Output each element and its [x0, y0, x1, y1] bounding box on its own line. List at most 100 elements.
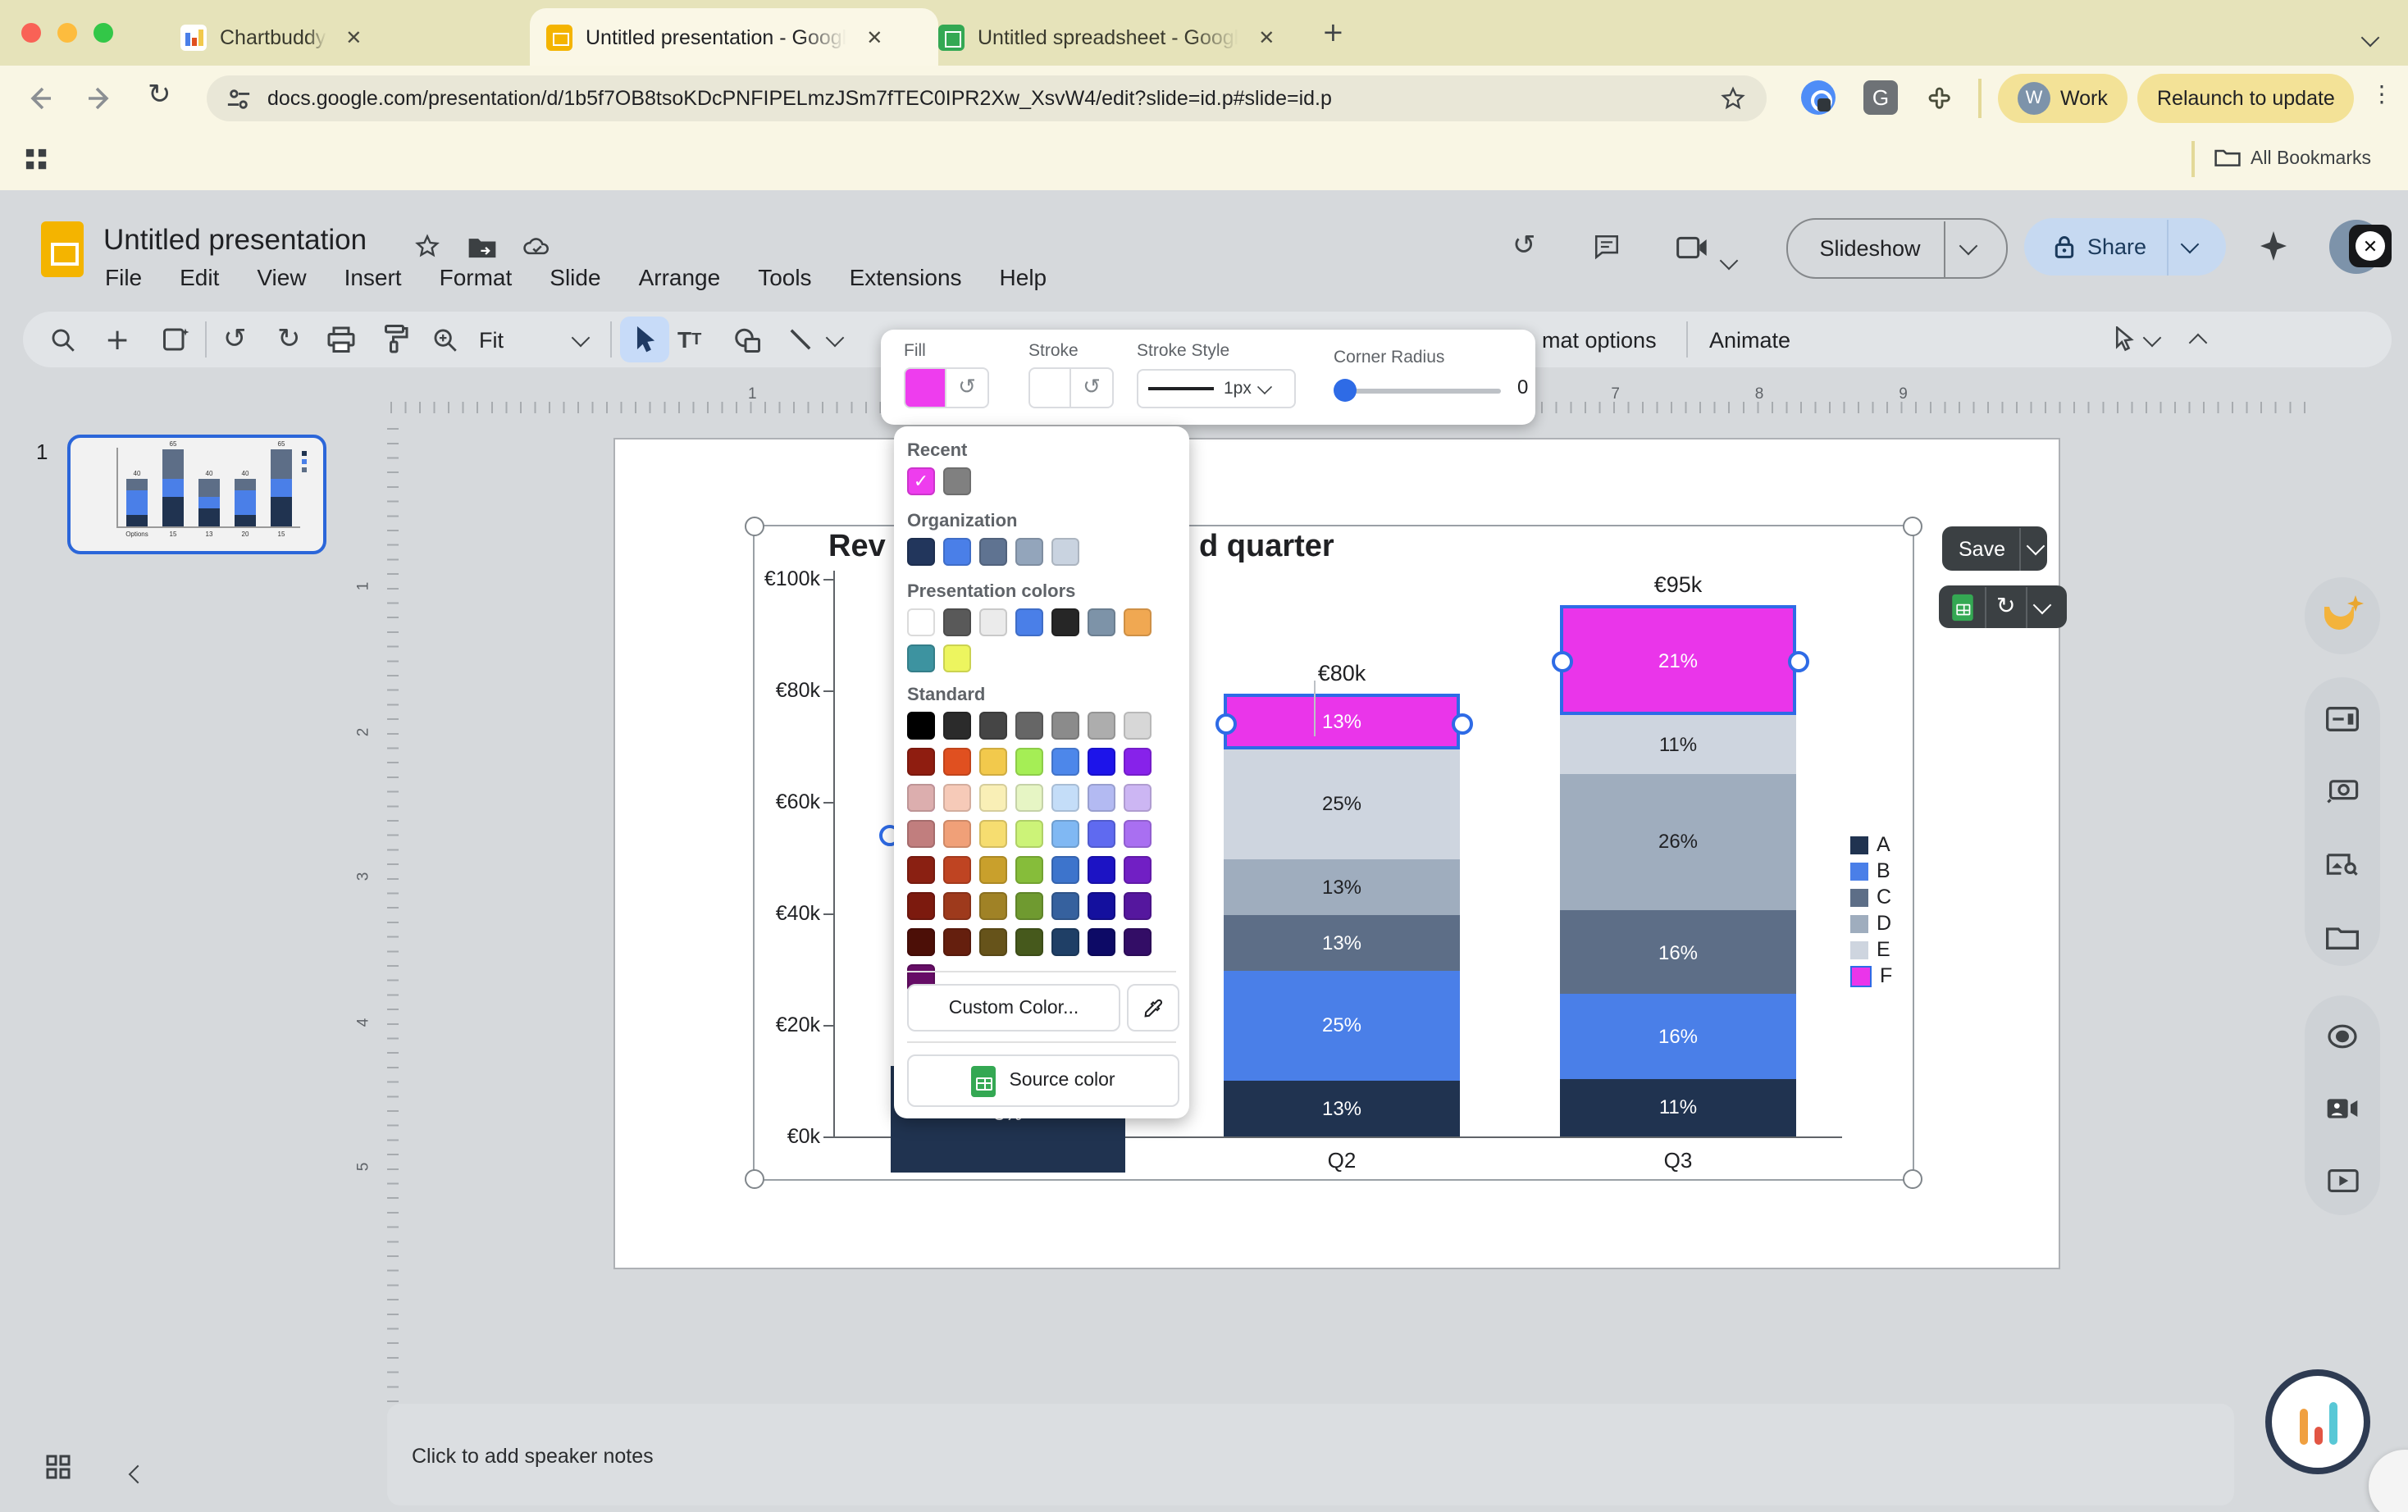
color-swatch[interactable] — [943, 712, 971, 740]
color-swatch[interactable] — [1051, 820, 1079, 848]
color-swatch[interactable] — [1015, 784, 1043, 812]
stroke-style-select[interactable]: 1px — [1137, 369, 1296, 408]
chart-segment-e-q3[interactable]: 11% — [1560, 716, 1796, 774]
color-swatch[interactable] — [1015, 892, 1043, 920]
color-swatch[interactable] — [1124, 820, 1152, 848]
color-swatch[interactable] — [907, 538, 935, 566]
color-swatch[interactable] — [943, 748, 971, 776]
color-swatch[interactable] — [979, 856, 1007, 884]
color-swatch[interactable] — [1124, 784, 1152, 812]
color-swatch[interactable] — [907, 467, 935, 495]
color-swatch[interactable] — [907, 820, 935, 848]
color-swatch[interactable] — [1051, 928, 1079, 956]
color-swatch[interactable] — [979, 538, 1007, 566]
color-swatch[interactable] — [1124, 856, 1152, 884]
color-swatch[interactable] — [1088, 712, 1115, 740]
color-swatch[interactable] — [1124, 928, 1152, 956]
color-swatch[interactable] — [907, 712, 935, 740]
stroke-color-button[interactable] — [1028, 367, 1071, 408]
chart-segment-d-q2[interactable]: 13% — [1224, 858, 1460, 915]
color-swatch[interactable] — [1051, 748, 1079, 776]
color-swatch[interactable] — [907, 856, 935, 884]
color-swatch[interactable] — [1015, 856, 1043, 884]
color-swatch[interactable] — [1051, 856, 1079, 884]
color-swatch[interactable] — [1088, 784, 1115, 812]
color-swatch[interactable] — [979, 928, 1007, 956]
color-swatch[interactable] — [1088, 820, 1115, 848]
color-swatch[interactable] — [907, 928, 935, 956]
eyedropper-button[interactable] — [1127, 984, 1179, 1032]
color-swatch[interactable] — [1015, 712, 1043, 740]
color-swatch[interactable] — [943, 538, 971, 566]
color-swatch[interactable] — [943, 856, 971, 884]
color-swatch[interactable] — [1051, 608, 1079, 636]
color-swatch[interactable] — [979, 608, 1007, 636]
chart-segment-e-q2[interactable]: 25% — [1224, 750, 1460, 858]
segment-resize-handle[interactable] — [1215, 713, 1236, 734]
color-swatch[interactable] — [979, 712, 1007, 740]
source-color-button[interactable]: Source color — [907, 1054, 1179, 1107]
color-swatch[interactable] — [1124, 608, 1152, 636]
color-swatch[interactable] — [1015, 748, 1043, 776]
color-swatch[interactable] — [1015, 928, 1043, 956]
organization-label: Organization — [907, 512, 1017, 531]
chart-segment-d-q3[interactable]: 26% — [1560, 773, 1796, 910]
color-swatch[interactable] — [943, 820, 971, 848]
recording-stop-overlay[interactable]: ✕ — [2349, 225, 2392, 267]
color-swatch[interactable] — [907, 784, 935, 812]
chart-segment-a-q3[interactable]: 11% — [1560, 1078, 1796, 1136]
color-swatch[interactable] — [907, 892, 935, 920]
color-swatch[interactable] — [943, 928, 971, 956]
segment-resize-handle[interactable] — [1451, 713, 1472, 734]
chart-segment-f-q3[interactable]: 21% — [1560, 605, 1796, 716]
color-swatch[interactable] — [1051, 538, 1079, 566]
color-swatch[interactable] — [943, 608, 971, 636]
color-swatch[interactable] — [943, 892, 971, 920]
color-swatch[interactable] — [1124, 748, 1152, 776]
chart-segment-c-q2[interactable]: 13% — [1224, 915, 1460, 972]
color-swatch[interactable] — [907, 748, 935, 776]
color-swatch[interactable] — [1088, 928, 1115, 956]
color-swatch[interactable] — [1015, 820, 1043, 848]
color-swatch[interactable] — [1088, 748, 1115, 776]
close-icon[interactable]: ✕ — [2356, 231, 2385, 261]
color-swatch[interactable] — [1124, 712, 1152, 740]
chart-segment-f-q2[interactable]: 13% — [1224, 694, 1460, 750]
color-swatch[interactable] — [979, 748, 1007, 776]
segment-resize-handle[interactable] — [1551, 651, 1572, 672]
linked-chart-chevron-icon[interactable] — [2032, 595, 2051, 614]
corner-radius-slider-knob[interactable] — [1334, 379, 1357, 402]
color-swatch[interactable] — [907, 608, 935, 636]
color-swatch[interactable] — [1051, 784, 1079, 812]
color-swatch[interactable] — [1088, 856, 1115, 884]
refresh-chart-icon[interactable]: ↻ — [1996, 594, 2015, 620]
color-swatch[interactable] — [943, 644, 971, 672]
color-swatch[interactable] — [979, 820, 1007, 848]
color-swatch[interactable] — [1088, 892, 1115, 920]
chart-segment-a-q2[interactable]: 13% — [1224, 1080, 1460, 1136]
y-axis-tick — [823, 1136, 833, 1138]
color-swatch[interactable] — [979, 784, 1007, 812]
color-swatch[interactable] — [1015, 608, 1043, 636]
color-swatch[interactable] — [1051, 892, 1079, 920]
color-swatch[interactable] — [943, 467, 971, 495]
stroke-reset-icon[interactable]: ↺ — [1071, 367, 1114, 408]
chart-segment-b-q2[interactable]: 25% — [1224, 972, 1460, 1080]
chart-segment-b-q3[interactable]: 16% — [1560, 995, 1796, 1079]
custom-color-button[interactable]: Custom Color... — [907, 984, 1120, 1032]
color-swatch[interactable] — [1051, 712, 1079, 740]
fill-reset-icon[interactable]: ↺ — [946, 367, 989, 408]
color-swatch[interactable] — [1015, 538, 1043, 566]
color-swatch[interactable] — [979, 892, 1007, 920]
corner-radius-slider-track[interactable] — [1337, 389, 1501, 394]
color-swatch[interactable] — [943, 784, 971, 812]
chart-segment-c-q3[interactable]: 16% — [1560, 910, 1796, 995]
chartbuddy-logo[interactable] — [2265, 1369, 2370, 1474]
sheets-link-icon[interactable] — [1952, 594, 1973, 620]
fill-color-button[interactable] — [904, 367, 946, 408]
save-button[interactable]: Save — [1942, 526, 2047, 571]
color-swatch[interactable] — [907, 644, 935, 672]
color-swatch[interactable] — [1124, 892, 1152, 920]
color-swatch[interactable] — [1088, 608, 1115, 636]
save-chevron-icon[interactable] — [2026, 537, 2045, 556]
